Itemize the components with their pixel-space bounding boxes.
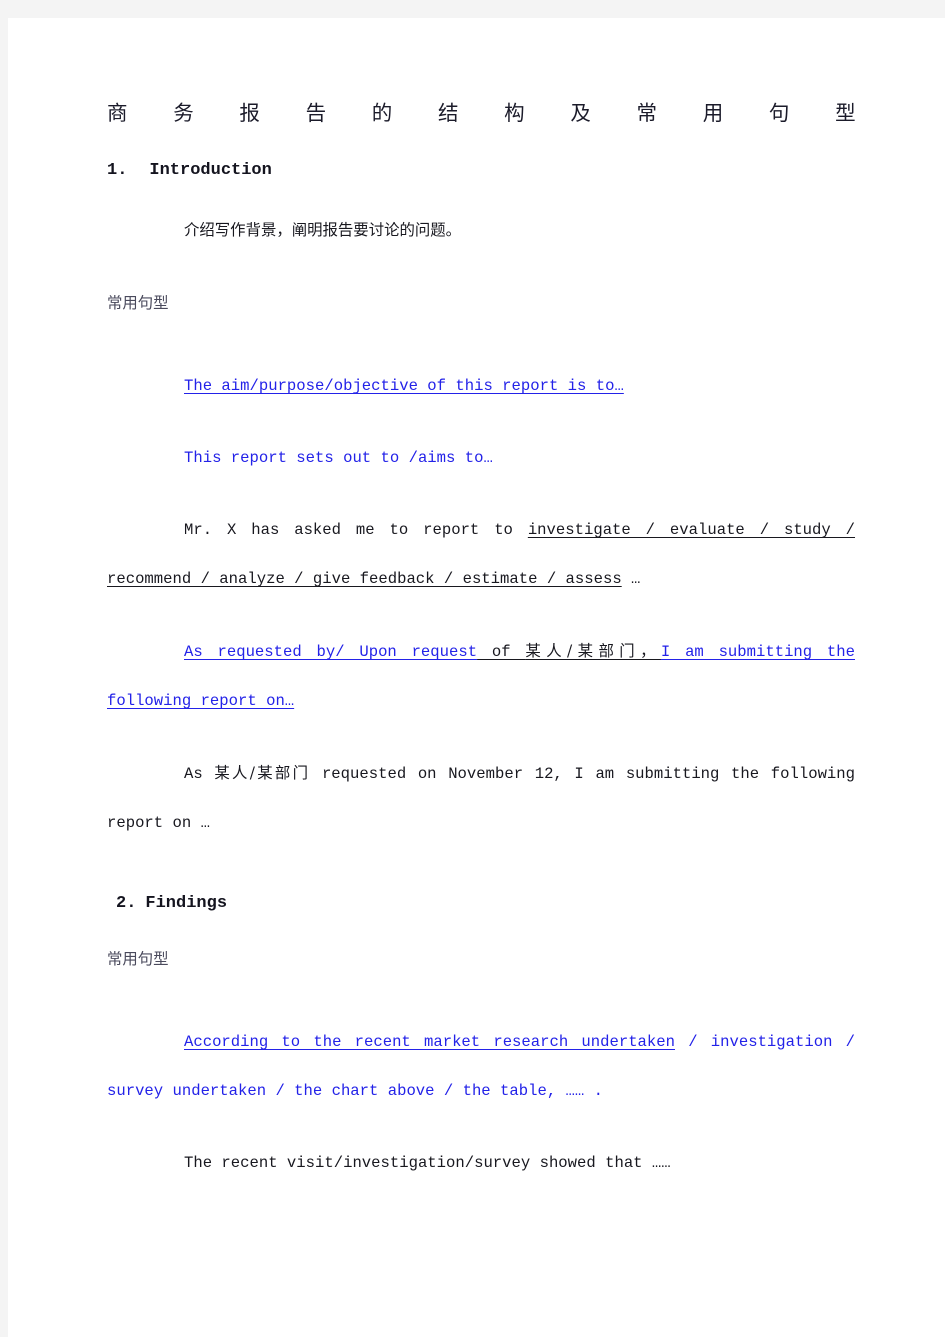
document-content: 商务报告的结构及常用句型 1. Introduction 介绍写作背景，阐明报告要… [107, 92, 856, 1188]
title-char: 务 [173, 101, 194, 125]
text-run: Mr. X has asked me to report to [184, 521, 528, 539]
document-page: 商务报告的结构及常用句型 1. Introduction 介绍写作背景，阐明报告要… [8, 18, 945, 1337]
text-run: The aim/purpose/objective of this report… [184, 377, 624, 395]
title-char: 结 [437, 101, 459, 125]
section-number: 2. [116, 894, 137, 913]
example-according-to-research: According to the recent market research … [107, 1018, 855, 1116]
description-text: 介绍写作背景，阐明报告要讨论的问题。 [184, 221, 462, 239]
title-char: 句 [768, 101, 790, 125]
text-run: 某人/某部门 [214, 764, 311, 782]
text-run: This report sets out to /aims to… [184, 449, 493, 467]
common-patterns-text: 常用句型 [107, 294, 169, 312]
common-patterns-text: 常用句型 [107, 950, 169, 968]
text-run: 某人/某部门， [525, 642, 661, 660]
title-char: 的 [371, 101, 393, 125]
title-char: 商 [107, 101, 128, 125]
example-recent-visit-showed: The recent visit/investigation/survey sh… [107, 1139, 855, 1188]
text-run: As [184, 765, 215, 783]
example-sets-out-to: This report sets out to /aims to… [107, 434, 855, 483]
section-title: Findings [145, 894, 228, 913]
title-char: 报 [239, 101, 260, 125]
title-char: 及 [570, 101, 591, 125]
title-char: 型 [835, 101, 856, 125]
example-as-requested-date: As 某人/某部门 requested on November 12, I am… [107, 749, 855, 848]
example-aim-purpose: The aim/purpose/objective of this report… [107, 362, 855, 411]
title-char: 构 [504, 101, 525, 125]
section-title: Introduction [149, 161, 272, 180]
title-char: 常 [636, 101, 658, 125]
example-as-requested: As requested by/ Upon request of 某人/某部门，… [107, 627, 855, 726]
document-title: 商务报告的结构及常用句型 [107, 92, 856, 134]
text-run: As requested by/ Upon request [184, 643, 478, 661]
section-description-cn: 介绍写作背景，阐明报告要讨论的问题。 [107, 206, 855, 256]
common-patterns-label-1: 常用句型 [107, 279, 855, 329]
section-heading-findings: 2. Findings [107, 871, 855, 935]
text-run: According to the recent market research … [184, 1033, 675, 1051]
text-run: … [621, 570, 641, 588]
common-patterns-label-2: 常用句型 [107, 935, 855, 985]
section-number: 1. [107, 161, 128, 180]
example-mr-x-asked: Mr. X has asked me to report to investig… [107, 506, 855, 604]
title-char: 用 [702, 101, 724, 125]
title-char: 告 [305, 101, 327, 125]
section-heading-introduction: 1. Introduction [107, 134, 855, 206]
text-run: of [477, 643, 526, 661]
text-run: The recent visit/investigation/survey sh… [184, 1154, 671, 1172]
